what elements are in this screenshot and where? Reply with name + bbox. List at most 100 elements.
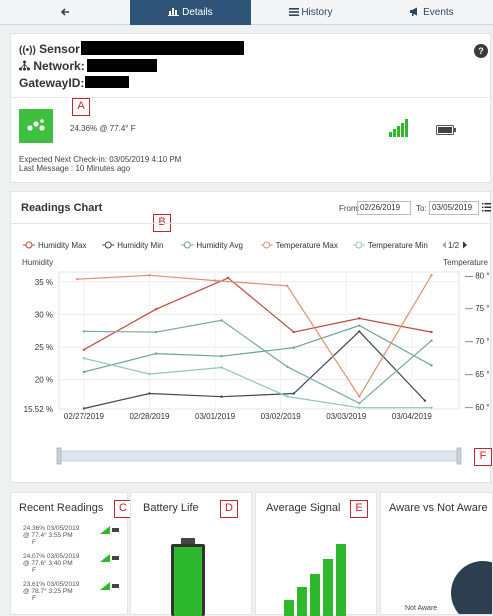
data-point [358, 324, 361, 327]
not-aware-label: Not Aware [405, 605, 438, 612]
megaphone-icon [410, 7, 418, 16]
data-point [285, 284, 289, 288]
legend-prev-icon [442, 241, 446, 249]
y-right-tick-label: — 75 °F [465, 304, 490, 313]
redacted-network-name [87, 59, 157, 72]
data-point [226, 276, 230, 280]
recent-reading-row: 23.61% 03/05/2019 @ 78.7° 3:25 PM F [23, 581, 119, 602]
redacted-sensor-name [81, 41, 244, 55]
help-icon[interactable]: ? [474, 44, 488, 58]
gateway-label: GatewayID: [19, 76, 85, 90]
sensor-label: Sensor: [39, 42, 84, 56]
data-point [285, 365, 289, 368]
signal-strength-icon [389, 119, 408, 137]
network-icon [19, 60, 30, 71]
legend-marker [355, 241, 363, 249]
chart-grid [58, 271, 460, 410]
next-checkin: Expected Next Check-in: 03/05/2019 4:10 … [19, 155, 182, 164]
divider [11, 223, 490, 224]
tab-details-label: Details [182, 7, 213, 18]
signal-battery-icon [100, 554, 119, 562]
series-line [83, 277, 432, 351]
chart-title: Readings Chart [21, 202, 103, 214]
data-point [148, 392, 151, 395]
legend-label: Temperature Max [276, 241, 338, 250]
recent-reading-text: F [32, 539, 36, 546]
recent-readings-title: Recent Readings [19, 502, 104, 514]
range-navigator[interactable] [56, 447, 462, 465]
data-point [148, 372, 151, 376]
sensor-row: ((•)) Sensor: [19, 42, 84, 56]
data-point [82, 330, 86, 333]
y-right-tick-label: — 70 °F [465, 337, 490, 346]
legend-label: Temperature Min [368, 241, 428, 250]
bar-chart-icon [168, 8, 180, 16]
data-point [220, 319, 223, 322]
y-left-tick-label: 15.52 % [24, 405, 53, 414]
list-icon [288, 8, 299, 16]
signal-title: Average Signal [266, 502, 341, 514]
recent-reading-row: 24.36% 03/05/2019 @ 77.4° 3:55 PM F [23, 525, 119, 546]
tab-events[interactable]: Events [370, 0, 493, 25]
data-point [213, 279, 217, 282]
sensor-info-card: ((•)) Sensor: Network: GatewayID: ? A 24… [10, 33, 491, 183]
battery-icon [436, 125, 456, 135]
data-point [430, 406, 433, 409]
redacted-gateway-id [85, 76, 129, 88]
y-left-tick-label: 35 % [35, 278, 53, 287]
dots-icon [27, 119, 45, 131]
from-date-input[interactable]: 02/26/2019 [357, 201, 411, 215]
last-message: Last Message : 10 Minutes ago [19, 164, 131, 173]
data-point [292, 392, 295, 395]
y-left-tick-label: 30 % [35, 310, 53, 319]
data-point [285, 395, 289, 398]
signal-battery-icon [100, 582, 119, 590]
tab-bar: Details History Events [0, 0, 493, 25]
data-point [154, 352, 158, 355]
to-date-input[interactable]: 03/05/2019 [429, 201, 479, 215]
aware-pie-slice [451, 561, 492, 614]
back-tab[interactable] [0, 0, 130, 25]
x-tick-label: 02/27/2019 [64, 412, 105, 421]
tab-details[interactable]: Details [130, 0, 251, 25]
data-point [82, 348, 86, 351]
legend-label: Humidity Max [38, 241, 86, 250]
range-handle-left[interactable] [56, 447, 62, 465]
data-point [358, 330, 361, 333]
marker-e: E [350, 500, 368, 518]
data-point [358, 406, 361, 409]
data-point [220, 355, 223, 358]
data-point [358, 395, 361, 398]
x-tick-label: 02/28/2019 [129, 412, 170, 421]
recent-readings-card: Recent Readings C 24.36% 03/05/2019 @ 77.… [10, 492, 132, 615]
data-point [423, 399, 427, 402]
back-arrow-icon [60, 8, 69, 16]
current-reading: 24.36% @ 77.4° F [70, 124, 136, 133]
data-point [292, 330, 295, 334]
legend-label: Humidity Min [117, 241, 163, 250]
data-point [358, 402, 361, 405]
x-tick-label: 03/01/2019 [195, 412, 236, 421]
aware-title: Aware vs Not Aware [389, 502, 488, 514]
series-line [83, 357, 432, 409]
aware-vs-not-aware-card: Aware vs Not Aware Not Aware [380, 492, 493, 615]
data-point [220, 395, 223, 398]
legend-marker [183, 241, 191, 249]
battery-level-icon [171, 538, 205, 616]
legend-marker [25, 241, 33, 249]
data-point [430, 330, 433, 334]
y-left-tick-label: 25 % [35, 343, 53, 352]
network-row: Network: [19, 59, 85, 73]
legend-marker [104, 241, 112, 249]
list-view-icon[interactable] [482, 203, 491, 212]
right-axis-label: Temperature [443, 258, 488, 267]
left-axis-label: Humidity [22, 258, 53, 267]
x-tick-label: 03/03/2019 [326, 412, 367, 421]
y-right-tick-label: — 80 °F [465, 271, 490, 280]
data-point [154, 308, 158, 311]
tab-history[interactable]: History [251, 0, 370, 25]
y-right-tick-label: — 65 °F [465, 370, 490, 379]
tab-events-label: Events [423, 7, 454, 18]
marker-f: F [474, 448, 492, 466]
range-handle-right[interactable] [456, 447, 462, 465]
